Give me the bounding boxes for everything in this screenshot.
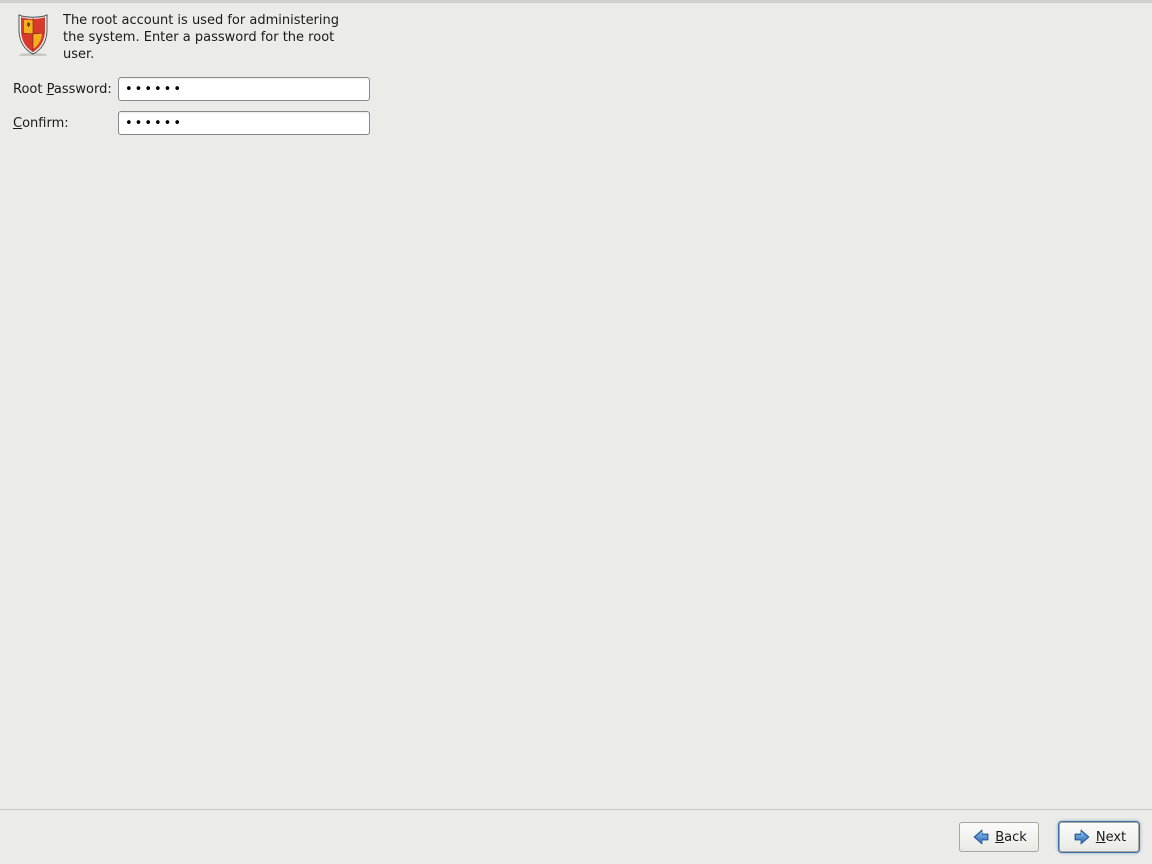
content-area: The root account is used for administeri… [13, 12, 1139, 145]
root-password-row: Root Password: [13, 77, 1139, 101]
window-top-border [0, 0, 1152, 3]
arrow-right-icon [1072, 827, 1092, 847]
confirm-password-label: Confirm: [13, 116, 118, 131]
security-shield-icon [13, 12, 53, 56]
footer-bar: Back Next [0, 809, 1152, 864]
next-button-label: Next [1096, 830, 1126, 845]
back-button-label: Back [995, 830, 1027, 845]
root-password-input[interactable] [118, 77, 370, 101]
confirm-password-input[interactable] [118, 111, 370, 135]
intro-text: The root account is used for administeri… [63, 12, 353, 63]
back-button[interactable]: Back [959, 822, 1039, 852]
confirm-password-row: Confirm: [13, 111, 1139, 135]
root-password-label: Root Password: [13, 82, 118, 97]
next-button[interactable]: Next [1059, 822, 1139, 852]
intro-row: The root account is used for administeri… [13, 12, 1139, 63]
arrow-left-icon [971, 827, 991, 847]
